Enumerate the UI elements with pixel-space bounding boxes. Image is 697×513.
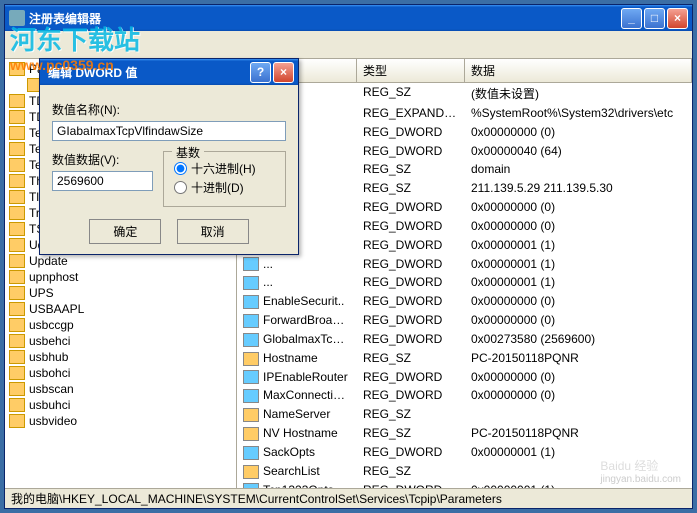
cancel-button[interactable]: 取消 xyxy=(177,219,249,244)
dword-icon xyxy=(243,483,259,488)
folder-icon xyxy=(9,94,25,108)
tree-item[interactable]: usbuhci xyxy=(7,397,234,413)
list-row[interactable]: Tcp1323OptsREG_DWORD0x00000001 (1) xyxy=(237,481,692,488)
main-titlebar[interactable]: 注册表编辑器 _ □ × xyxy=(5,5,692,31)
maximize-button[interactable]: □ xyxy=(644,8,665,29)
list-row[interactable]: GlobalmaxTcpW..REG_DWORD0x00273580 (2569… xyxy=(237,330,692,349)
folder-icon xyxy=(9,366,25,380)
value-data-label: 数值数据(V): xyxy=(52,151,153,168)
tree-item[interactable]: usbccgp xyxy=(7,317,234,333)
folder-icon xyxy=(9,334,25,348)
dialog-titlebar[interactable]: 编辑 DWORD 值 ? × xyxy=(40,59,298,85)
folder-icon xyxy=(9,62,25,76)
radio-hex-input[interactable] xyxy=(174,162,187,175)
folder-icon xyxy=(9,254,25,268)
dword-icon xyxy=(243,257,259,271)
statusbar: 我的电脑\HKEY_LOCAL_MACHINE\SYSTEM\CurrentCo… xyxy=(5,488,692,508)
list-row[interactable]: ...REG_DWORD0x00000001 (1) xyxy=(237,273,692,292)
minimize-button[interactable]: _ xyxy=(621,8,642,29)
base-group-label: 基数 xyxy=(172,144,204,161)
list-row[interactable]: EnableSecurit..REG_DWORD0x00000000 (0) xyxy=(237,292,692,311)
window-title: 注册表编辑器 xyxy=(25,10,619,27)
ok-button[interactable]: 确定 xyxy=(89,219,161,244)
list-row[interactable]: l..REG_DWORD0x00000000 (0) xyxy=(237,217,692,236)
list-header: 名称 类型 数据 xyxy=(237,59,692,83)
string-icon xyxy=(243,408,259,422)
tree-item[interactable]: USBAAPL xyxy=(7,301,234,317)
tree-item[interactable]: usbvideo xyxy=(7,413,234,429)
value-name-input[interactable] xyxy=(52,121,286,141)
list-panel[interactable]: 名称 类型 数据 (默认)REG_SZ(数值未设置)...REG_EXPAND_… xyxy=(237,59,692,488)
folder-icon xyxy=(9,398,25,412)
radio-dec[interactable]: 十进制(D) xyxy=(174,179,275,196)
folder-icon xyxy=(9,142,25,156)
list-row[interactable]: ...REG_DWORD0x00000040 (64) xyxy=(237,142,692,161)
tree-item[interactable]: upnphost xyxy=(7,269,234,285)
dword-icon xyxy=(243,295,259,309)
dword-icon xyxy=(243,314,259,328)
tree-item[interactable]: Update xyxy=(7,253,234,269)
folder-icon xyxy=(9,110,25,124)
folder-icon xyxy=(9,302,25,316)
dialog-close-button[interactable]: × xyxy=(273,62,294,83)
toolbar xyxy=(5,31,692,59)
dword-icon xyxy=(243,446,259,460)
status-path: 我的电脑\HKEY_LOCAL_MACHINE\SYSTEM\CurrentCo… xyxy=(11,490,502,507)
list-row[interactable]: ...REG_EXPAND_SZ%SystemRoot%\System32\dr… xyxy=(237,104,692,123)
list-row[interactable]: SackOptsREG_DWORD0x00000001 (1) xyxy=(237,443,692,462)
dialog-title: 编辑 DWORD 值 xyxy=(44,64,248,81)
folder-icon xyxy=(9,222,25,236)
list-row[interactable]: ...REG_DWORD0x00000001 (1) xyxy=(237,255,692,274)
folder-icon xyxy=(9,206,25,220)
string-icon xyxy=(243,427,259,441)
list-row[interactable]: D..REG_DWORD0x00000000 (0) xyxy=(237,123,692,142)
string-icon xyxy=(243,352,259,366)
list-row[interactable]: HostnameREG_SZPC-20150118PQNR xyxy=(237,349,692,368)
list-row[interactable]: ForwardBroadc..REG_DWORD0x00000000 (0) xyxy=(237,311,692,330)
close-button[interactable]: × xyxy=(667,8,688,29)
dialog-help-button[interactable]: ? xyxy=(250,62,271,83)
list-row[interactable]: NameServerREG_SZ xyxy=(237,405,692,424)
dword-icon xyxy=(243,370,259,384)
folder-icon xyxy=(9,126,25,140)
list-row[interactable]: verREG_SZ211.139.5.29 211.139.5.30 xyxy=(237,179,692,198)
col-header-type[interactable]: 类型 xyxy=(357,59,465,82)
folder-icon xyxy=(9,318,25,332)
folder-icon xyxy=(9,190,25,204)
radio-hex[interactable]: 十六进制(H) xyxy=(174,160,275,177)
folder-icon xyxy=(9,238,25,252)
tree-item[interactable]: usbhub xyxy=(7,349,234,365)
list-row[interactable]: IPEnableRouterREG_DWORD0x00000000 (0) xyxy=(237,368,692,387)
list-row[interactable]: MaxConnection..REG_DWORD0x00000000 (0) xyxy=(237,386,692,405)
list-row[interactable]: ...REG_SZdomain xyxy=(237,160,692,179)
dword-icon xyxy=(243,333,259,347)
string-icon xyxy=(243,465,259,479)
list-row[interactable]: NV HostnameREG_SZPC-20150118PQNR xyxy=(237,424,692,443)
tree-item[interactable]: UPS xyxy=(7,285,234,301)
value-name-label: 数值名称(N): xyxy=(52,101,286,118)
folder-icon xyxy=(9,286,25,300)
folder-icon xyxy=(9,174,25,188)
dword-icon xyxy=(243,389,259,403)
folder-icon xyxy=(9,350,25,364)
list-row[interactable]: (默认)REG_SZ(数值未设置) xyxy=(237,83,692,104)
list-row[interactable]: ...REG_DWORD0x00000000 (0) xyxy=(237,198,692,217)
list-row[interactable]: ...REG_DWORD0x00000001 (1) xyxy=(237,236,692,255)
folder-icon xyxy=(9,382,25,396)
value-data-input[interactable] xyxy=(52,171,153,191)
radio-dec-input[interactable] xyxy=(174,181,187,194)
folder-icon xyxy=(9,158,25,172)
tree-item[interactable]: usbehci xyxy=(7,333,234,349)
list-row[interactable]: SearchListREG_SZ xyxy=(237,462,692,481)
tree-item[interactable]: usbscan xyxy=(7,381,234,397)
dword-icon xyxy=(243,276,259,290)
app-icon xyxy=(9,10,25,26)
tree-item[interactable]: usbohci xyxy=(7,365,234,381)
folder-icon xyxy=(9,414,25,428)
edit-dword-dialog: 编辑 DWORD 值 ? × 数值名称(N): 数值数据(V): 基数 十六进制… xyxy=(39,58,299,255)
col-header-data[interactable]: 数据 xyxy=(465,59,692,82)
folder-icon xyxy=(9,270,25,284)
